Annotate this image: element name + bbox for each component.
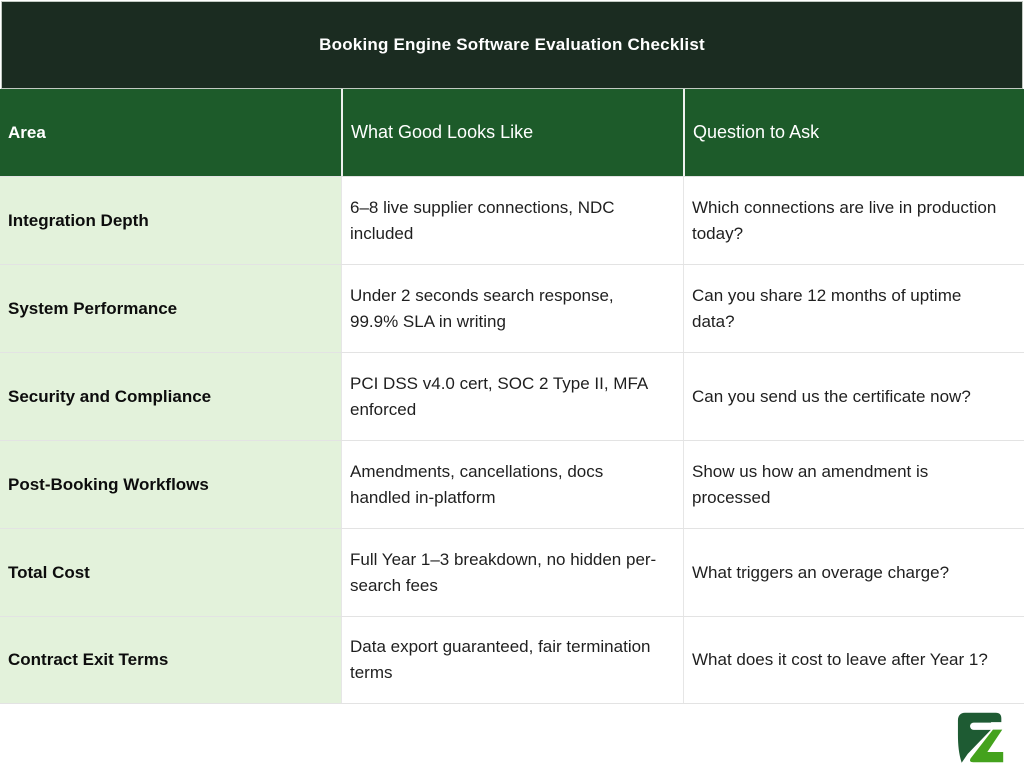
table-row: Contract Exit Terms Data export guarante… (0, 616, 1024, 704)
column-header-area: Area (0, 89, 341, 176)
page-title: Booking Engine Software Evaluation Check… (319, 35, 705, 55)
area-cell: Integration Depth (0, 177, 341, 264)
question-cell: What triggers an overage charge? (683, 529, 1024, 616)
question-cell: Show us how an amendment is processed (683, 441, 1024, 528)
checklist-page: Booking Engine Software Evaluation Check… (0, 2, 1024, 770)
question-cell: Which connections are live in production… (683, 177, 1024, 264)
question-cell: Can you share 12 months of uptime data? (683, 265, 1024, 352)
good-looks-like-cell: PCI DSS v4.0 cert, SOC 2 Type II, MFA en… (341, 353, 683, 440)
good-looks-like-cell: 6–8 live supplier connections, NDC inclu… (341, 177, 683, 264)
table-row: Integration Depth 6–8 live supplier conn… (0, 176, 1024, 264)
column-header-question-to-ask: Question to Ask (683, 89, 1024, 176)
table-row: Security and Compliance PCI DSS v4.0 cer… (0, 352, 1024, 440)
question-cell: Can you send us the certificate now? (683, 353, 1024, 440)
good-looks-like-cell: Data export guaranteed, fair termination… (341, 617, 683, 703)
good-looks-like-cell: Under 2 seconds search response, 99.9% S… (341, 265, 683, 352)
evaluation-table: Area What Good Looks Like Question to As… (0, 89, 1024, 704)
column-header-what-good-looks-like: What Good Looks Like (341, 89, 683, 176)
area-cell: Total Cost (0, 529, 341, 616)
area-cell: Post-Booking Workflows (0, 441, 341, 528)
table-row: Total Cost Full Year 1–3 breakdown, no h… (0, 528, 1024, 616)
area-cell: Contract Exit Terms (0, 617, 341, 703)
table-row: Post-Booking Workflows Amendments, cance… (0, 440, 1024, 528)
table-row: System Performance Under 2 seconds searc… (0, 264, 1024, 352)
good-looks-like-cell: Amendments, cancellations, docs handled … (341, 441, 683, 528)
footer (0, 704, 1024, 768)
good-looks-like-cell: Full Year 1–3 breakdown, no hidden per-s… (341, 529, 683, 616)
title-bar: Booking Engine Software Evaluation Check… (2, 2, 1022, 88)
area-cell: Security and Compliance (0, 353, 341, 440)
fz-monogram-logo-icon (949, 710, 1007, 766)
table-header-row: Area What Good Looks Like Question to As… (0, 89, 1024, 176)
question-cell: What does it cost to leave after Year 1? (683, 617, 1024, 703)
area-cell: System Performance (0, 265, 341, 352)
